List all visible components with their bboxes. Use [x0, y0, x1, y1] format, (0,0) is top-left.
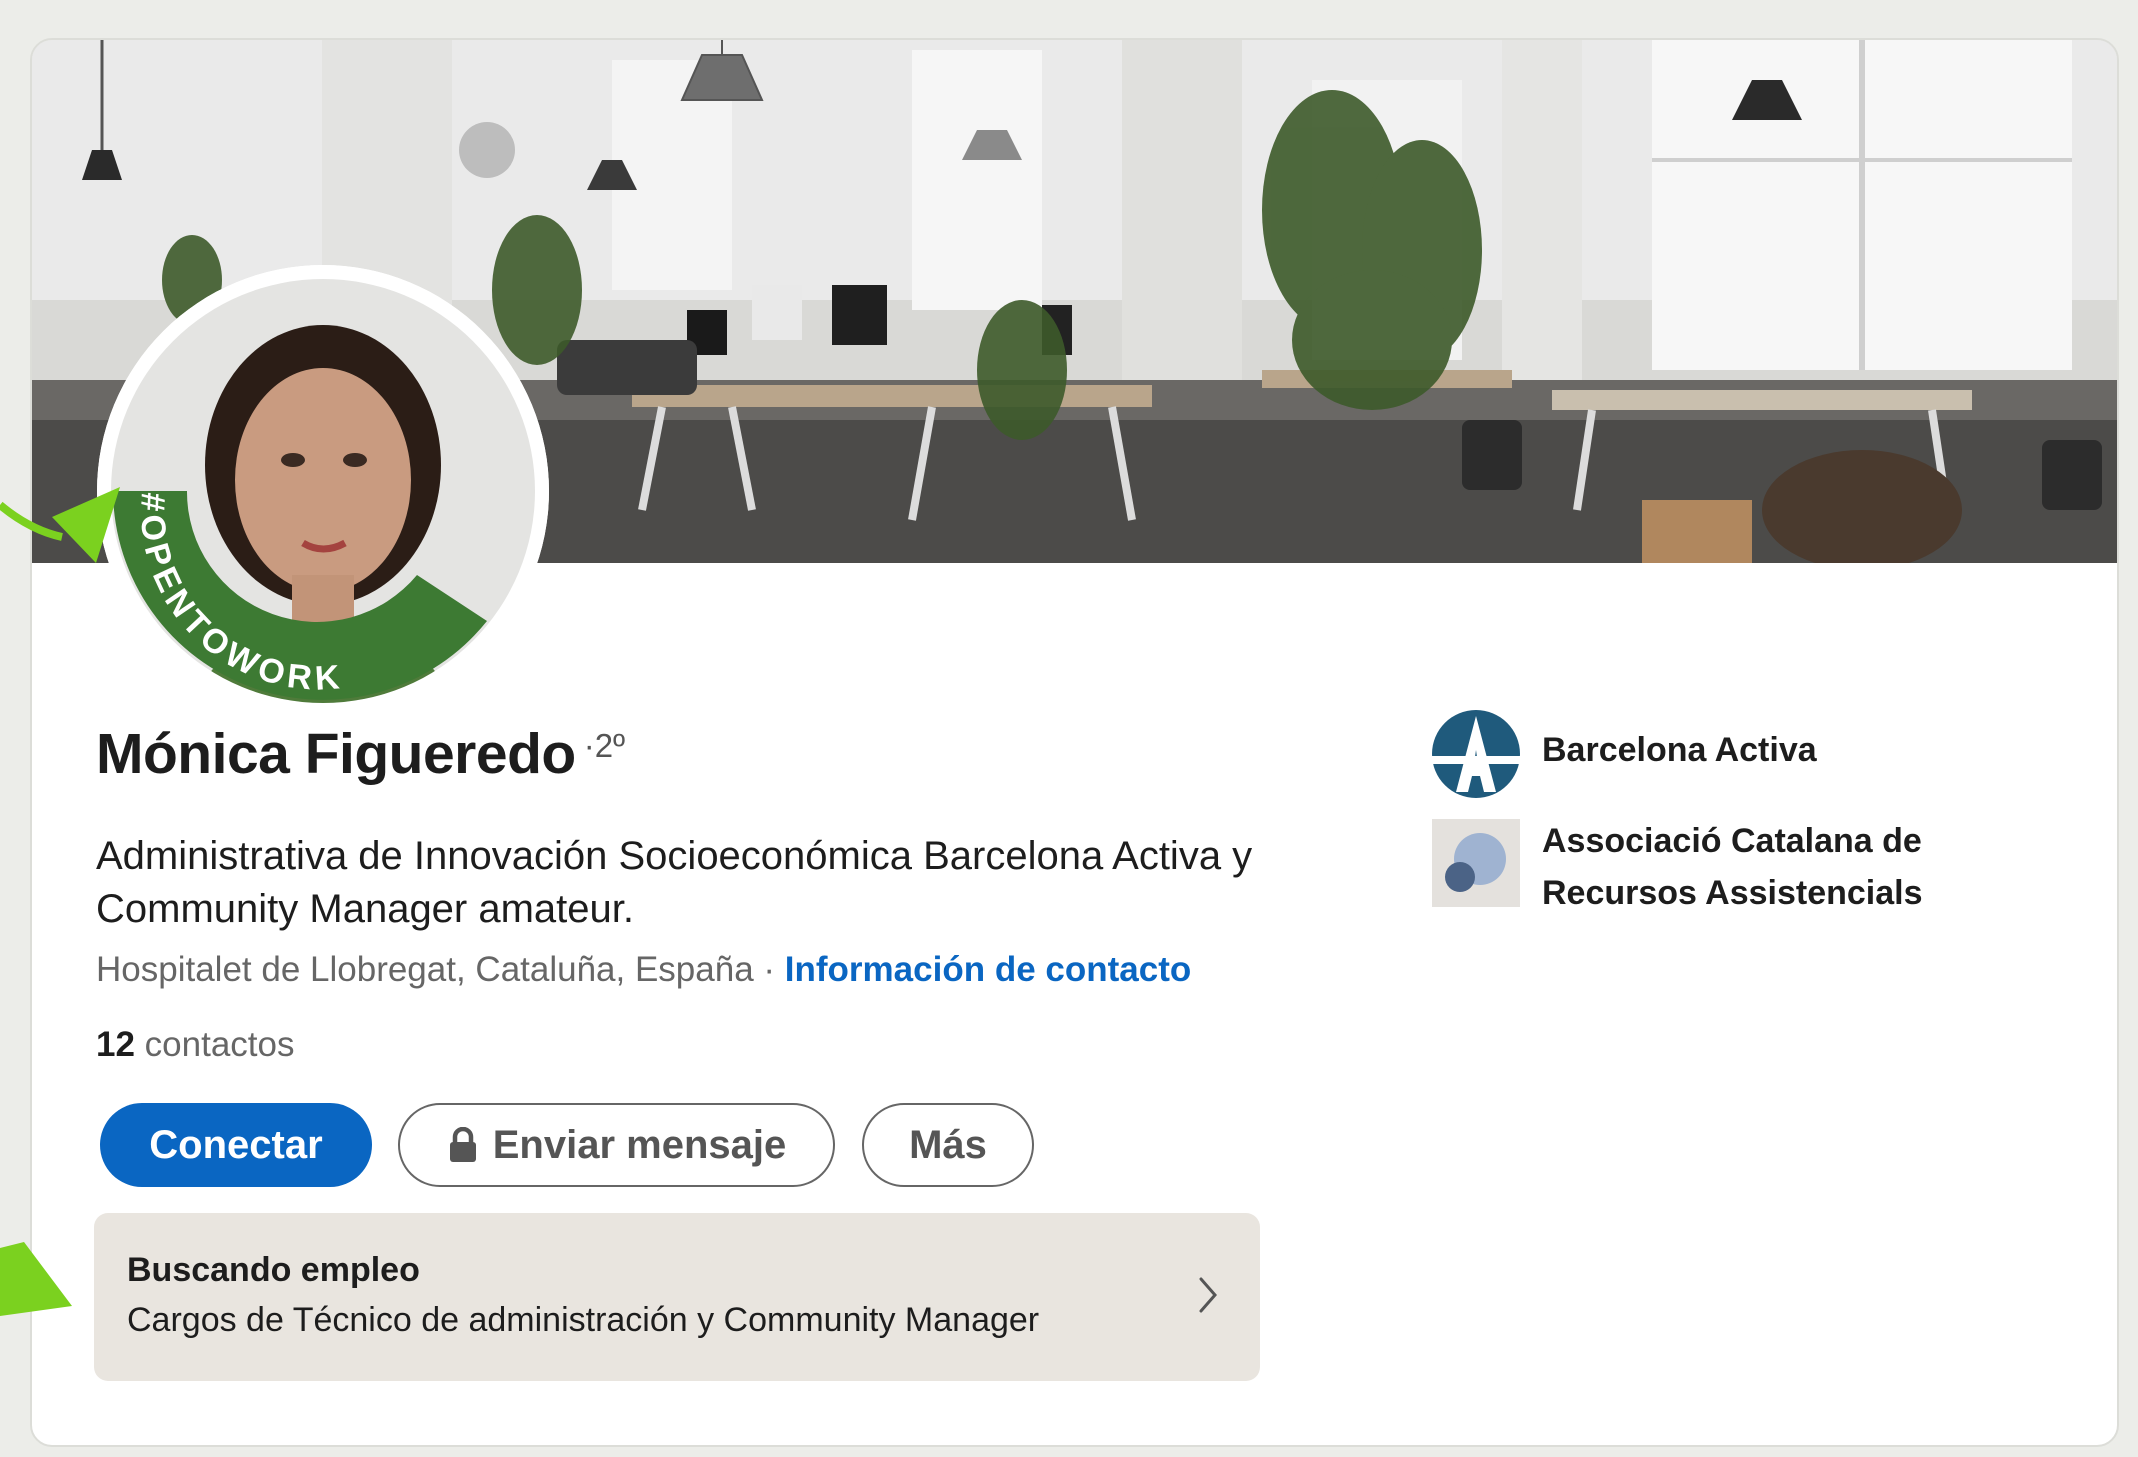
more-button[interactable]: Más: [862, 1103, 1034, 1187]
barcelona-activa-logo-icon: [1432, 710, 1520, 798]
connect-button-label: Conectar: [149, 1122, 323, 1167]
chevron-right-icon: [1199, 1277, 1217, 1313]
more-button-label: Más: [909, 1122, 987, 1167]
connection-degree: ·2º: [583, 727, 626, 764]
annotation-arrow-open-to-work: [0, 1242, 72, 1316]
profile-photo[interactable]: #OPENTOWORK: [97, 265, 549, 717]
connections-label: contactos: [144, 1025, 295, 1064]
lock-icon: [449, 1127, 476, 1162]
open-to-work-roles: Cargos de Técnico de administración y Co…: [127, 1301, 1040, 1339]
associacio-catalana-logo-icon: [1432, 819, 1520, 907]
profile-headline: Administrativa de Innovación Socioeconóm…: [96, 834, 1253, 931]
open-to-work-title: Buscando empleo: [127, 1251, 420, 1289]
send-message-label: Enviar mensaje: [492, 1122, 787, 1167]
contact-info-link[interactable]: Información de contacto: [785, 950, 1191, 989]
connections-number: 12: [96, 1025, 135, 1064]
company-name-associacio-catalana: Associació Catalana de Recursos Assisten…: [1542, 822, 1923, 912]
name-row: Mónica Figueredo ·2º: [96, 721, 625, 787]
profile-name: Mónica Figueredo: [96, 722, 576, 786]
profile-location: Hospitalet de Llobregat, Cataluña, Españ…: [96, 950, 776, 989]
location-row: Hospitalet de Llobregat, Cataluña, Españ…: [96, 950, 1191, 990]
open-to-work-box[interactable]: Buscando empleo Cargos de Técnico de adm…: [94, 1213, 1260, 1381]
annotation-arrow-photo: [0, 487, 120, 563]
connections-count[interactable]: 12 contactos: [96, 1025, 294, 1065]
profile-card: #OPENTOWORK Mónica Figueredo ·2º Administ…: [30, 38, 2119, 1447]
send-message-button[interactable]: Enviar mensaje: [398, 1103, 835, 1187]
connect-button[interactable]: Conectar: [100, 1103, 372, 1187]
company-name-barcelona-activa: Barcelona Activa: [1542, 731, 1817, 769]
